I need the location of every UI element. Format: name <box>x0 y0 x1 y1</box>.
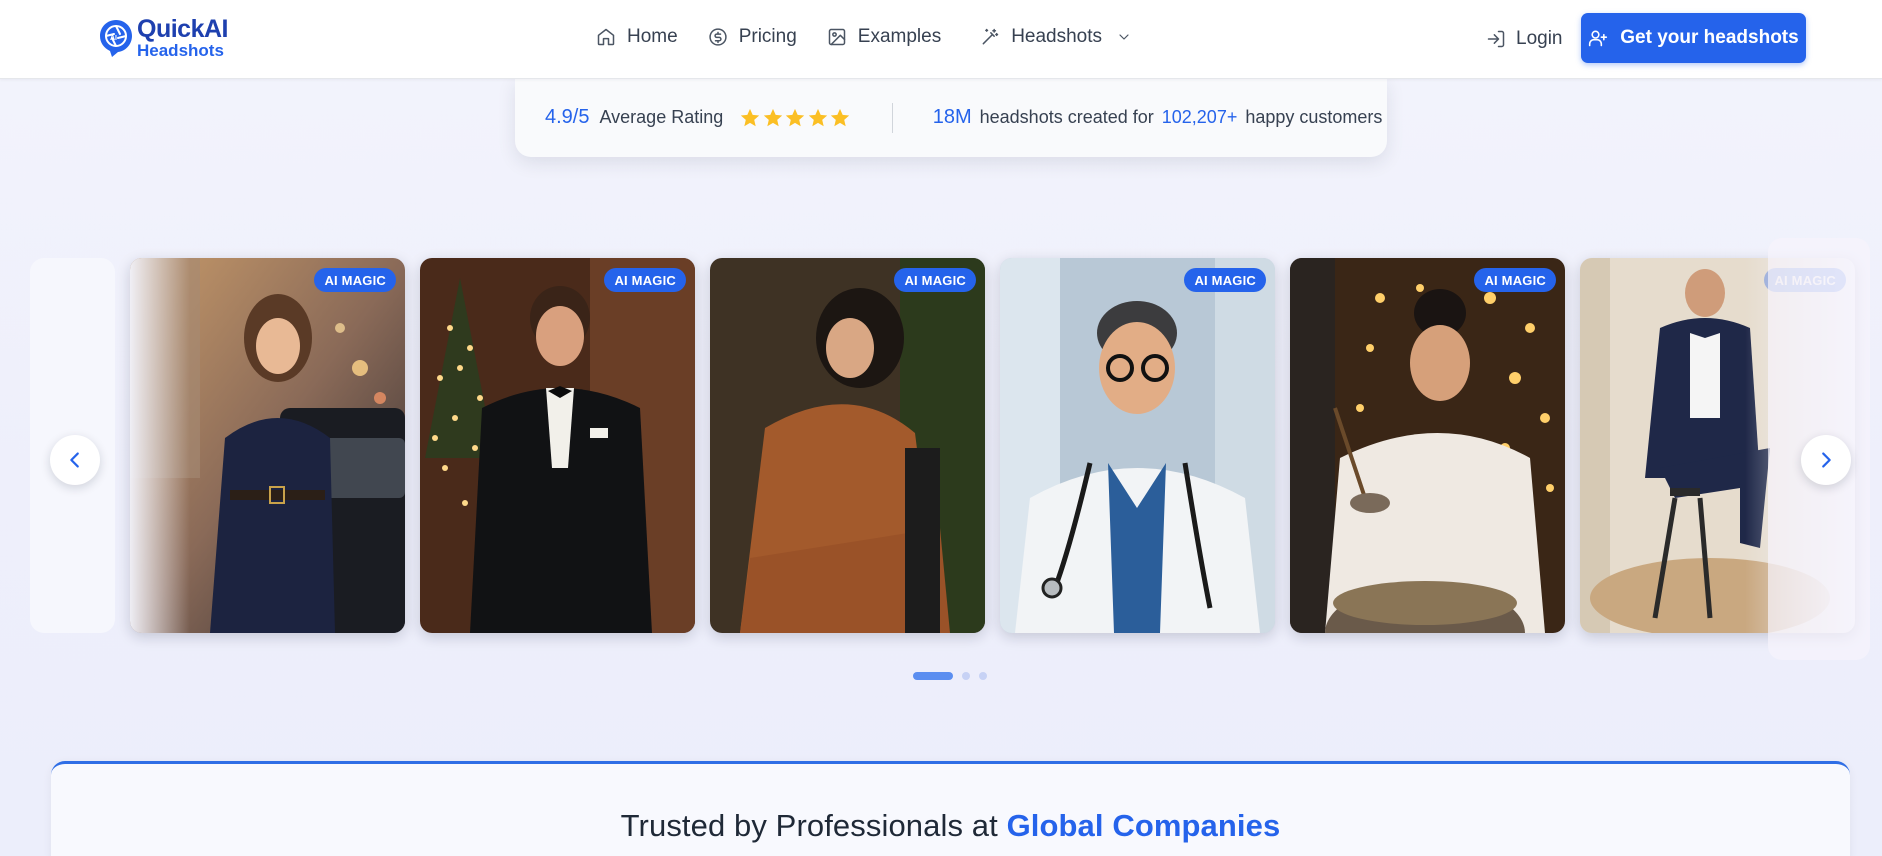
ai-magic-badge: AI MAGIC <box>314 268 396 292</box>
ai-magic-badge: AI MAGIC <box>1184 268 1266 292</box>
carousel-fade <box>130 258 190 633</box>
carousel-next-button[interactable] <box>1801 435 1851 485</box>
nav-pricing[interactable]: Pricing <box>708 26 797 48</box>
user-plus-icon <box>1589 30 1608 47</box>
nav-headshots-label: Headshots <box>1011 26 1103 47</box>
carousel-pagination <box>913 672 996 680</box>
star-icon <box>831 108 850 126</box>
divider <box>891 102 893 133</box>
ai-magic-badge: AI MAGIC <box>604 268 686 292</box>
customers-count: 102,207+ <box>1161 107 1238 127</box>
nav-headshots-dropdown[interactable]: Headshots <box>980 26 1132 48</box>
get-headshots-label: Get your headshots <box>1620 27 1799 48</box>
headshots-count: 18M <box>932 106 972 128</box>
get-headshots-button[interactable]: Get your headshots <box>1581 13 1806 63</box>
carousel-card[interactable]: AI MAGIC <box>1290 258 1565 633</box>
login-label: Login <box>1516 28 1563 49</box>
trusted-heading-prefix: Trusted by Professionals at <box>620 808 998 843</box>
login-icon <box>1487 30 1505 48</box>
aperture-logo-icon: AI <box>100 20 132 57</box>
star-icon <box>786 108 805 126</box>
chevron-left-icon <box>70 452 79 468</box>
rating-score: 4.9/5 <box>545 106 590 128</box>
login-link[interactable]: Login <box>1486 28 1563 50</box>
svg-text:AI: AI <box>110 35 117 42</box>
star-rating <box>739 107 852 129</box>
star-icon <box>808 108 827 126</box>
magic-wand-icon <box>982 28 999 45</box>
headshot-photo <box>710 258 985 633</box>
headshot-photo <box>1000 258 1275 633</box>
carousel-card[interactable]: AI MAGIC <box>420 258 695 633</box>
logo-subtitle: Headshots <box>137 41 224 60</box>
trusted-heading-highlight: Global Companies <box>1006 808 1281 843</box>
carousel-prev-button[interactable] <box>50 435 100 485</box>
carousel-card[interactable]: AI MAGIC <box>130 258 405 633</box>
carousel-dot[interactable] <box>962 672 970 680</box>
logo-name: QuickAI <box>137 15 228 43</box>
star-icon <box>763 108 782 126</box>
nav-pricing-label: Pricing <box>738 26 797 47</box>
site-header: AI QuickAI Headshots Home Pricing Exampl… <box>0 0 1882 79</box>
trusted-section: Trusted by Professionals at Global Compa… <box>51 761 1850 856</box>
carousel-card[interactable]: AI MAGIC <box>1000 258 1275 633</box>
carousel-dot-active[interactable] <box>913 672 953 680</box>
headshot-carousel: AI MAGIC AI MAGIC AI MAGIC AI MAGIC AI M… <box>0 238 1882 680</box>
carousel-dot[interactable] <box>979 672 987 680</box>
carousel-card[interactable]: AI MAGIC <box>710 258 985 633</box>
chevron-right-icon <box>1822 452 1831 468</box>
rating-label: Average Rating <box>599 107 724 127</box>
trusted-heading: Trusted by Professionals at Global Compa… <box>51 808 1850 844</box>
dollar-circle-icon <box>709 28 727 46</box>
headshot-photo <box>420 258 695 633</box>
headshot-photo <box>1290 258 1565 633</box>
nav-home[interactable]: Home <box>596 26 678 48</box>
rating-bar: 4.9/5 Average Rating 18M headshots creat… <box>515 78 1387 157</box>
home-icon <box>597 28 615 46</box>
chevron-down-icon <box>1119 34 1129 40</box>
headshots-text: headshots created for <box>979 107 1154 127</box>
nav-home-label: Home <box>627 26 678 47</box>
star-icon <box>741 108 760 126</box>
main-nav: Home Pricing Examples Headshots <box>596 26 1162 48</box>
ai-magic-badge: AI MAGIC <box>1474 268 1556 292</box>
customers-text: happy customers <box>1245 107 1383 127</box>
logo[interactable]: AI QuickAI Headshots <box>98 17 228 59</box>
ai-magic-badge: AI MAGIC <box>894 268 976 292</box>
image-icon <box>828 28 846 46</box>
nav-examples-label: Examples <box>857 26 942 47</box>
nav-examples[interactable]: Examples <box>827 26 941 48</box>
